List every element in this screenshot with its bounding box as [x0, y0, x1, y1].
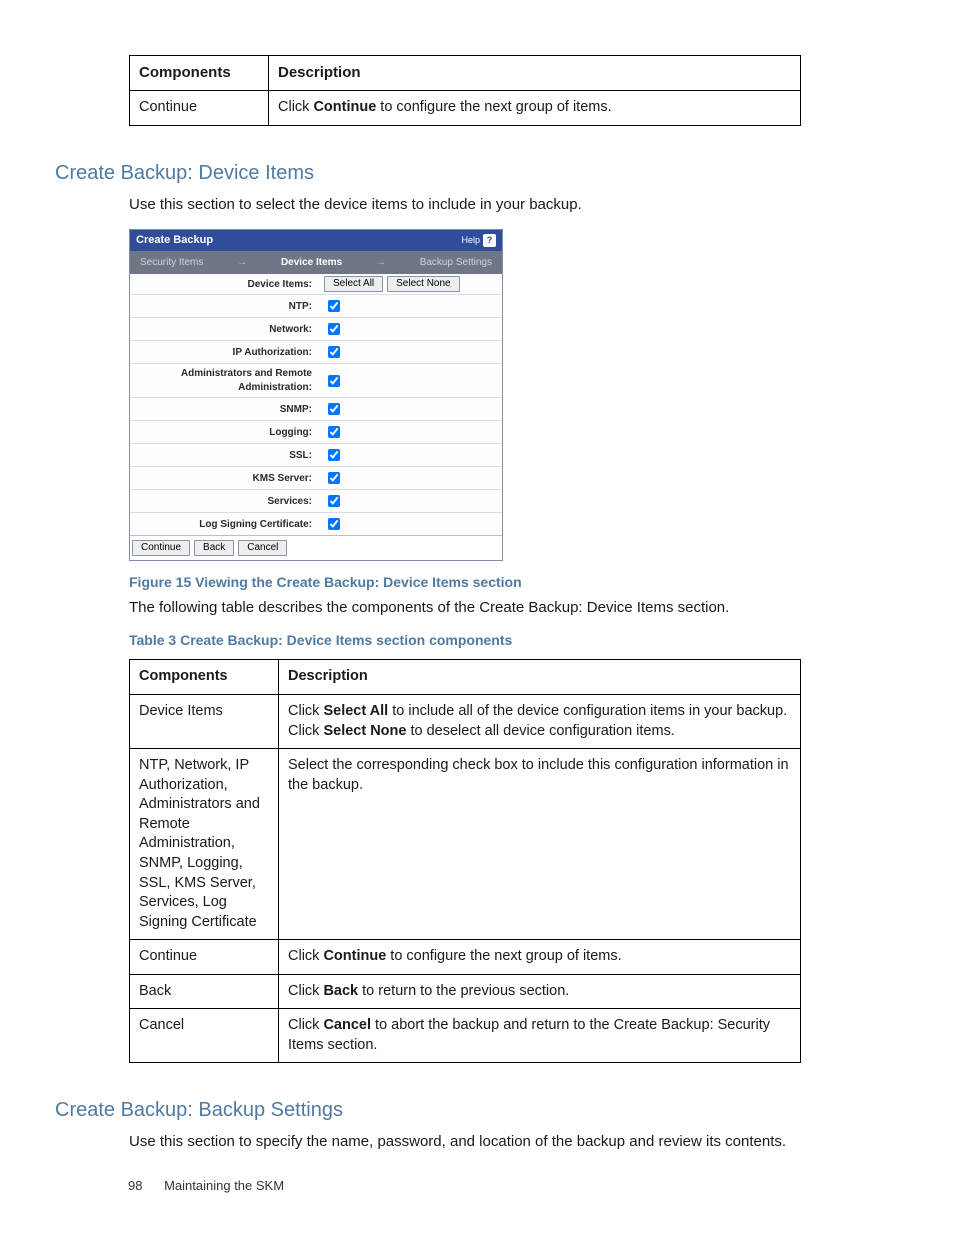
- arrow-icon: →: [237, 256, 247, 270]
- td-cancel-desc: Click Cancel to abort the backup and ret…: [279, 1009, 801, 1063]
- device-item-row: Log Signing Certificate:: [130, 513, 502, 535]
- page-footer: 98 Maintaining the SKM: [128, 1177, 284, 1195]
- device-item-checkbox[interactable]: [328, 518, 340, 530]
- device-item-label: Administrators and Remote Administration…: [130, 364, 318, 397]
- device-item-checkbox[interactable]: [328, 472, 340, 484]
- device-item-row: Logging:: [130, 421, 502, 444]
- select-all-button[interactable]: Select All: [324, 276, 383, 292]
- tab-device-items[interactable]: Device Items: [281, 256, 342, 270]
- device-item-checkbox[interactable]: [328, 495, 340, 507]
- device-item-label: SSL:: [130, 446, 318, 466]
- device-item-row: SNMP:: [130, 398, 502, 421]
- device-item-label: NTP:: [130, 297, 318, 317]
- device-item-label: Logging:: [130, 423, 318, 443]
- panel-title: Create Backup: [136, 233, 213, 248]
- device-item-checkbox[interactable]: [328, 323, 340, 335]
- device-item-checkbox[interactable]: [328, 375, 340, 387]
- td-continue: Continue: [130, 91, 269, 126]
- arrow-icon: →: [376, 256, 386, 270]
- td-continue-desc: Click Continue to configure the next gro…: [269, 91, 801, 126]
- device-item-row: KMS Server:: [130, 467, 502, 490]
- device-item-row: Administrators and Remote Administration…: [130, 364, 502, 398]
- back-button[interactable]: Back: [194, 540, 234, 556]
- help-icon: ?: [483, 234, 496, 247]
- cancel-button[interactable]: Cancel: [238, 540, 287, 556]
- device-item-checkbox[interactable]: [328, 449, 340, 461]
- help-link[interactable]: Help ?: [461, 234, 496, 247]
- figure-caption: Figure 15 Viewing the Create Backup: Dev…: [129, 573, 824, 592]
- td-continue-desc: Click Continue to configure the next gro…: [279, 940, 801, 975]
- device-item-checkbox[interactable]: [328, 346, 340, 358]
- top-components-table: Components Description Continue Click Co…: [129, 55, 801, 126]
- heading-backup-settings: Create Backup: Backup Settings: [55, 1097, 824, 1124]
- device-item-checkbox[interactable]: [328, 426, 340, 438]
- device-item-label: Services:: [130, 492, 318, 512]
- td-item-list-desc: Select the corresponding check box to in…: [279, 749, 801, 940]
- device-item-row: Network:: [130, 318, 502, 341]
- th-description: Description: [269, 56, 801, 91]
- wizard-breadcrumb: Security Items → Device Items → Backup S…: [130, 251, 502, 275]
- panel-titlebar: Create Backup Help ?: [130, 230, 502, 251]
- device-items-label: Device Items:: [130, 275, 318, 295]
- page-number: 98: [128, 1178, 142, 1193]
- table-caption: Table 3 Create Backup: Device Items sect…: [129, 631, 824, 650]
- th-components: Components: [130, 56, 269, 91]
- td-continue: Continue: [130, 940, 279, 975]
- device-item-checkbox[interactable]: [328, 403, 340, 415]
- device-item-row: IP Authorization:: [130, 341, 502, 364]
- components-table: Components Description Device Items Clic…: [129, 659, 801, 1063]
- td-device-items-desc: Click Select All to include all of the d…: [279, 695, 801, 749]
- td-cancel: Cancel: [130, 1009, 279, 1063]
- td-back: Back: [130, 974, 279, 1009]
- tab-backup-settings[interactable]: Backup Settings: [420, 256, 492, 270]
- device-item-row: NTP:: [130, 295, 502, 318]
- td-back-desc: Click Back to return to the previous sec…: [279, 974, 801, 1009]
- tab-security-items[interactable]: Security Items: [140, 256, 203, 270]
- heading-device-items: Create Backup: Device Items: [55, 160, 824, 187]
- intro-backup-settings: Use this section to specify the name, pa…: [129, 1132, 824, 1152]
- device-item-label: KMS Server:: [130, 469, 318, 489]
- device-item-row: Services:: [130, 490, 502, 513]
- td-item-list: NTP, Network, IP Authorization, Administ…: [130, 749, 279, 940]
- device-item-row: SSL:: [130, 444, 502, 467]
- device-item-label: Log Signing Certificate:: [130, 515, 318, 535]
- table-lead: The following table describes the compon…: [129, 598, 824, 618]
- continue-button[interactable]: Continue: [132, 540, 190, 556]
- create-backup-panel: Create Backup Help ? Security Items → De…: [129, 229, 503, 561]
- device-item-label: Network:: [130, 320, 318, 340]
- th-components: Components: [130, 660, 279, 695]
- select-none-button[interactable]: Select None: [387, 276, 459, 292]
- td-device-items: Device Items: [130, 695, 279, 749]
- th-description: Description: [279, 660, 801, 695]
- device-item-label: IP Authorization:: [130, 343, 318, 363]
- device-item-checkbox[interactable]: [328, 300, 340, 312]
- device-item-label: SNMP:: [130, 400, 318, 420]
- intro-device-items: Use this section to select the device it…: [129, 195, 824, 215]
- footer-title: Maintaining the SKM: [164, 1178, 284, 1193]
